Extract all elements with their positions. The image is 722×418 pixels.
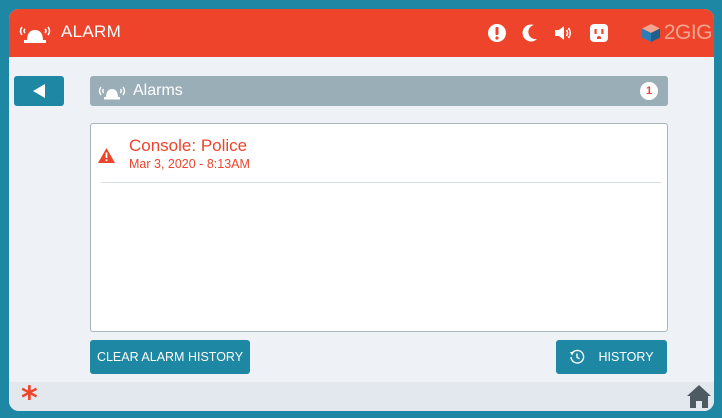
home-icon[interactable]	[686, 384, 712, 409]
alert-icon[interactable]	[487, 22, 507, 44]
back-arrow-icon	[33, 84, 45, 98]
alarm-count-badge: 1	[640, 82, 658, 100]
history-button[interactable]: HISTORY	[556, 340, 667, 374]
alarm-siren-icon	[19, 26, 51, 43]
bottom-bar: *	[9, 382, 714, 411]
header-bar: ALARM 2GIG	[9, 9, 714, 57]
back-button[interactable]	[14, 76, 64, 106]
volume-icon[interactable]	[553, 22, 573, 44]
alarm-siren-icon	[98, 86, 126, 100]
alarm-timestamp: Mar 3, 2020 - 8:13AM	[129, 157, 250, 171]
alarms-section-header: Alarms 1	[90, 76, 668, 106]
history-label: HISTORY	[598, 350, 654, 364]
brand-logo: 2GIG	[640, 19, 713, 47]
list-item[interactable]: Console: Police Mar 3, 2020 - 8:13AM	[91, 124, 667, 183]
power-outlet-icon[interactable]	[589, 22, 609, 44]
alarm-list: Console: Police Mar 3, 2020 - 8:13AM	[90, 123, 668, 332]
asterisk-icon[interactable]: *	[21, 382, 38, 411]
clock-history-icon	[570, 349, 585, 364]
night-mode-icon[interactable]	[521, 22, 541, 44]
app-frame: ALARM 2GIG Alarms 1 Console: Police Mar …	[9, 9, 714, 411]
cube-logo-icon	[641, 24, 660, 42]
warning-triangle-icon	[98, 148, 115, 163]
clear-alarm-history-button[interactable]: CLEAR ALARM HISTORY	[90, 340, 250, 374]
divider	[101, 182, 661, 183]
alarm-event: Console: Police	[129, 136, 248, 155]
page-title: ALARM	[61, 22, 122, 41]
section-title: Alarms	[133, 82, 183, 99]
brand-name: 2GIG	[663, 21, 713, 44]
clear-alarm-history-label: CLEAR ALARM HISTORY	[96, 350, 244, 364]
